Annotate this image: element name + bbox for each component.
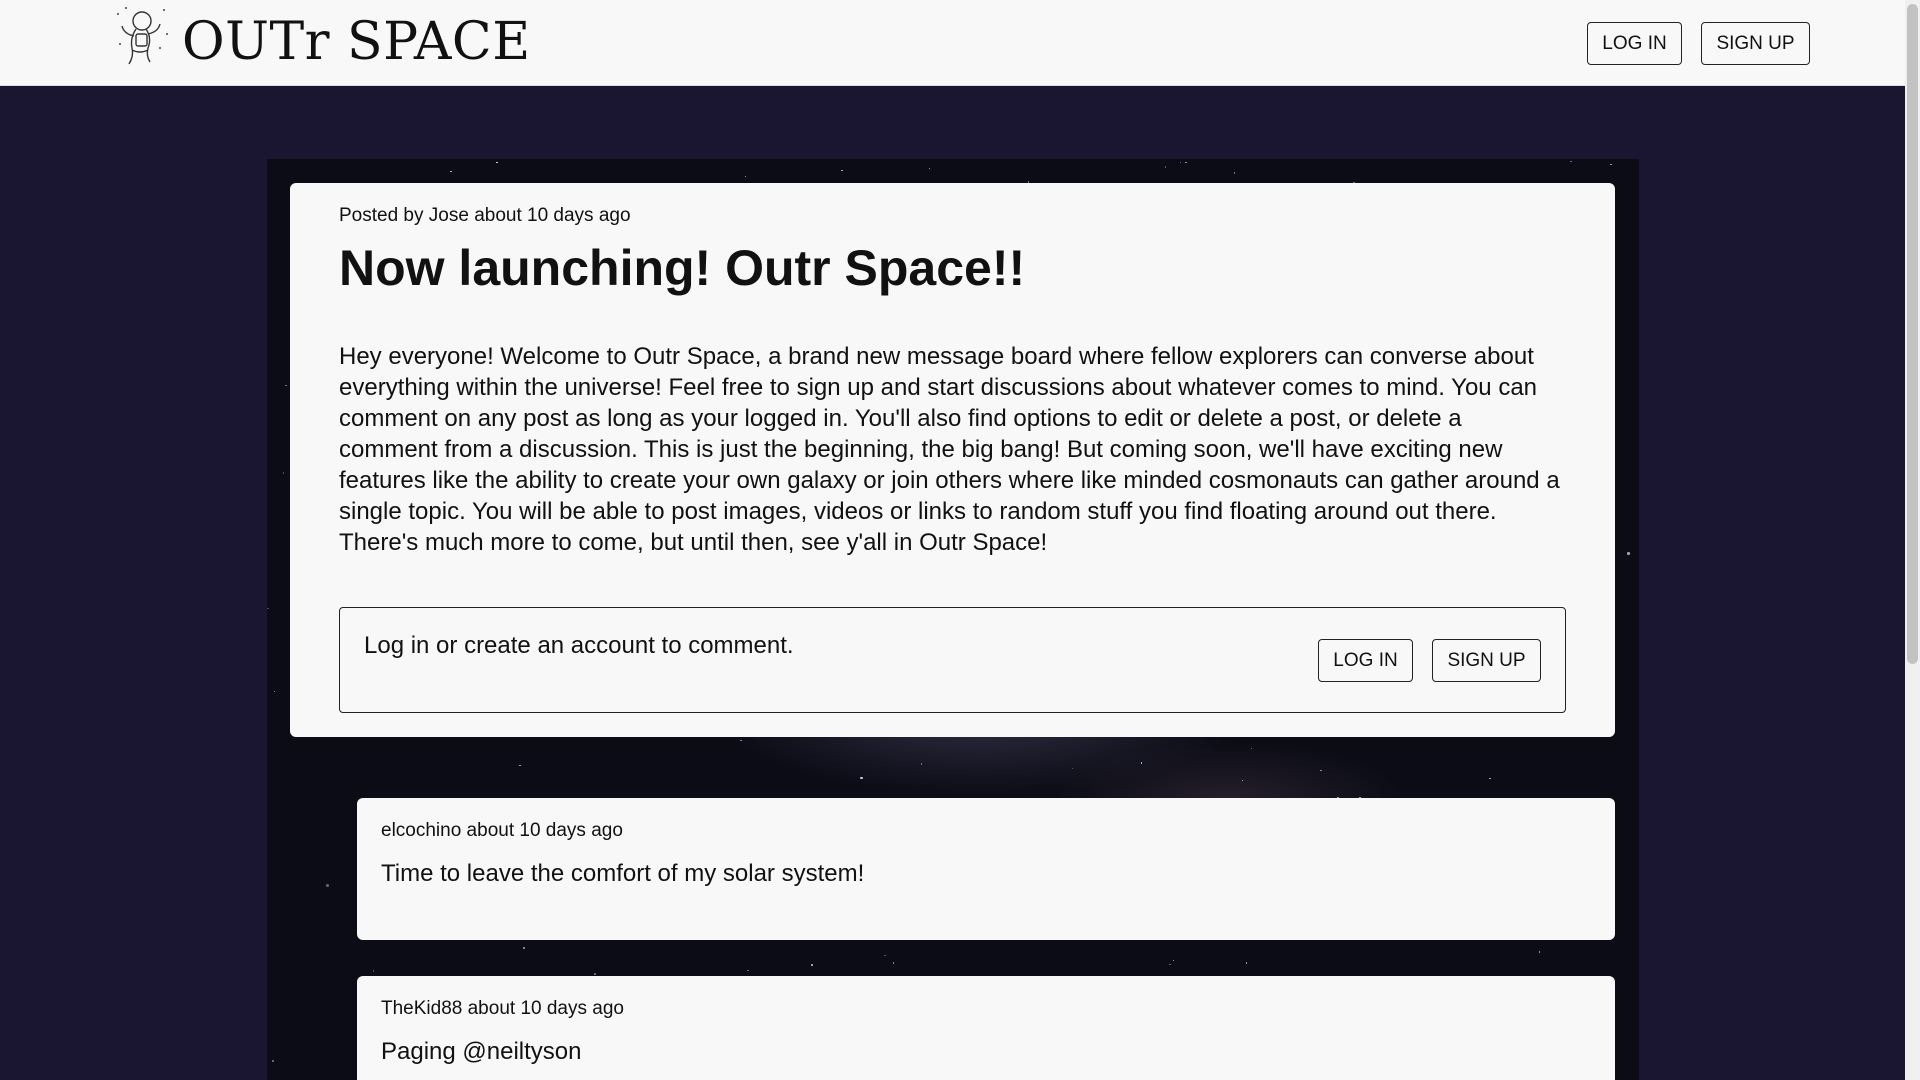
star-decoration	[285, 384, 287, 387]
star-decoration	[1250, 747, 1253, 750]
star-decoration	[884, 954, 886, 957]
star-decoration	[372, 970, 375, 972]
comment-meta: TheKid88 about 10 days ago	[381, 998, 624, 1019]
star-decoration	[747, 969, 749, 972]
login-button[interactable]: LOG IN	[1587, 22, 1682, 65]
star-decoration	[519, 764, 521, 767]
post-card: Posted by Jose about 10 days ago Now lau…	[290, 183, 1615, 737]
comment-text: Paging @neiltyson	[381, 1038, 582, 1065]
star-decoration	[1071, 767, 1074, 770]
star-decoration	[1241, 779, 1244, 782]
post-title: Now launching! Outr Space!!	[339, 240, 1026, 296]
comment-login-prompt: Log in or create an account to comment. …	[339, 607, 1566, 713]
star-decoration	[272, 1060, 274, 1062]
signup-button[interactable]: SIGN UP	[1701, 22, 1810, 65]
star-decoration	[920, 763, 923, 765]
star-decoration	[1172, 959, 1175, 962]
post-meta: Posted by Jose about 10 days ago	[339, 205, 631, 226]
star-decoration	[1489, 777, 1491, 780]
star-decoration	[1570, 160, 1572, 163]
star-decoration	[1233, 172, 1236, 174]
comment-meta: elcochino about 10 days ago	[381, 820, 623, 841]
star-decoration	[273, 690, 276, 693]
star-decoration	[496, 161, 498, 164]
star-decoration	[1185, 161, 1187, 164]
comment-prompt-text: Log in or create an account to comment.	[364, 632, 794, 659]
star-decoration	[326, 884, 329, 887]
star-decoration	[282, 472, 285, 474]
star-decoration	[928, 167, 931, 170]
star-decoration	[1245, 962, 1248, 964]
comment-card: TheKid88 about 10 days ago Paging @neilt…	[357, 976, 1615, 1080]
star-decoration	[1169, 963, 1171, 966]
star-decoration	[1164, 166, 1167, 168]
scrollbar[interactable]	[1905, 0, 1920, 1080]
star-decoration	[1140, 762, 1143, 764]
comment-card: elcochino about 10 days ago Time to leav…	[357, 798, 1615, 940]
star-decoration	[892, 962, 895, 964]
star-decoration	[1627, 552, 1630, 555]
star-decoration	[744, 175, 747, 178]
astronaut-icon[interactable]	[112, 4, 172, 68]
star-decoration	[267, 607, 269, 610]
star-decoration	[1610, 163, 1612, 166]
star-decoration	[523, 947, 525, 949]
star-decoration	[1179, 161, 1182, 164]
brand-title[interactable]: OUTr SPACE	[182, 12, 531, 72]
star-decoration	[811, 964, 813, 966]
star-decoration	[594, 973, 596, 975]
star-decoration	[841, 169, 843, 172]
comment-login-button[interactable]: LOG IN	[1318, 639, 1413, 682]
scrollbar-thumb[interactable]	[1907, 4, 1918, 664]
star-decoration	[1320, 769, 1322, 772]
star-decoration	[450, 170, 452, 173]
star-decoration	[1538, 951, 1541, 953]
star-decoration	[860, 776, 863, 780]
star-decoration	[740, 739, 742, 742]
post-body: Hey everyone! Welcome to Outr Space, a b…	[339, 343, 1560, 556]
comment-signup-button[interactable]: SIGN UP	[1432, 639, 1541, 682]
top-navbar: OUTr SPACE LOG IN SIGN UP	[0, 0, 1905, 86]
comment-text: Time to leave the comfort of my solar sy…	[381, 860, 865, 887]
